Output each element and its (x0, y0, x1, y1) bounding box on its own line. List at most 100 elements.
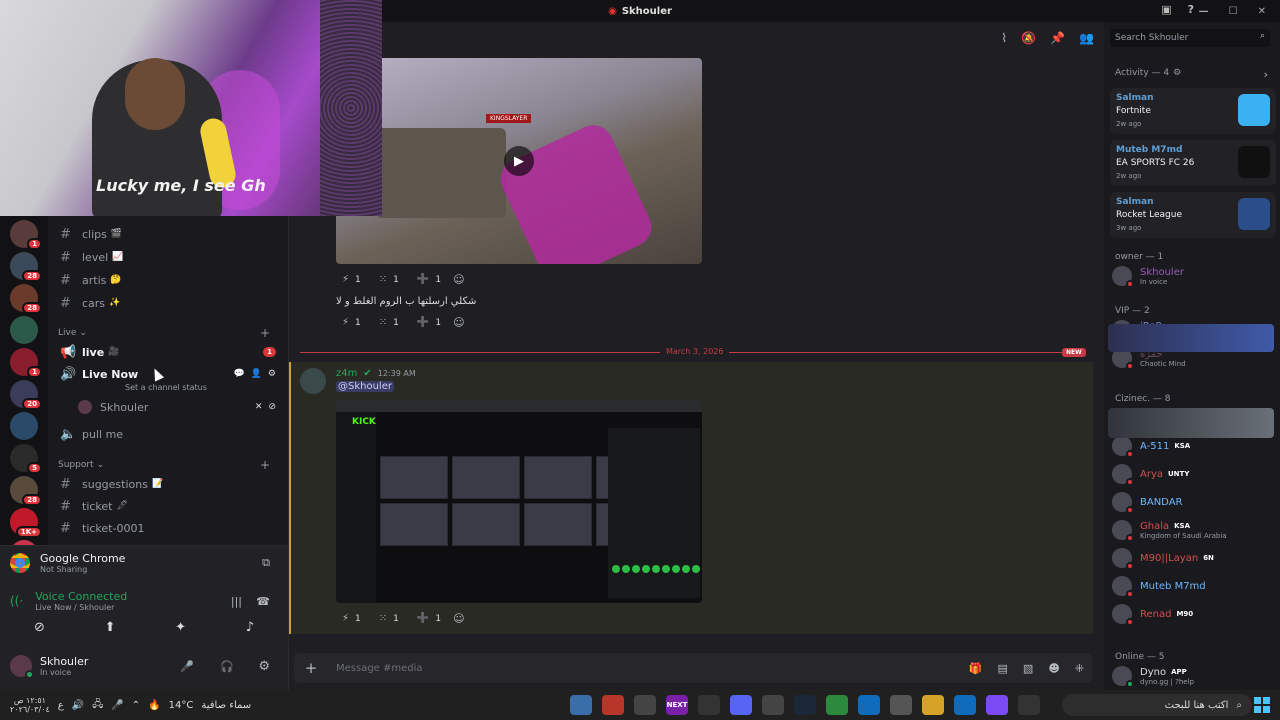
channel-ticket[interactable]: # ticket 🖊 (48, 496, 288, 516)
activity-user[interactable]: Muteb M7md (1116, 145, 1182, 155)
taskbar-app-icon[interactable] (1018, 695, 1040, 715)
channel-cars[interactable]: # cars ✨ (48, 293, 288, 313)
taskbar-search[interactable]: اكتب هنا للبحث ⌕ (1062, 694, 1252, 716)
taskbar-app-icon[interactable] (986, 695, 1008, 715)
taskbar-app-icon[interactable] (570, 695, 592, 715)
server-icon[interactable] (10, 316, 38, 344)
video-attachment[interactable]: KINGSLAYER ▶ (336, 58, 702, 264)
server-icon[interactable] (10, 412, 38, 440)
sticker-icon[interactable]: ▧ (1023, 662, 1033, 675)
chevron-right-icon[interactable]: › (1264, 68, 1268, 81)
reaction-button[interactable]: ⁙ 1 (373, 611, 405, 626)
taskbar-app-icon[interactable] (762, 695, 784, 715)
taskbar-app-icon[interactable] (634, 695, 656, 715)
noise-suppression-icon[interactable]: ||| (231, 595, 242, 608)
activity-user[interactable]: Salman (1116, 93, 1154, 103)
add-channel-icon[interactable]: + (260, 458, 270, 472)
headphones-muted-button[interactable]: 🎧 (220, 660, 234, 673)
disconnect-icon[interactable]: ☎ (256, 595, 270, 608)
minimize-button[interactable]: — (1199, 6, 1209, 17)
chat-icon[interactable]: 💬 (233, 369, 244, 379)
inbox-icon[interactable]: ▣ (1161, 3, 1171, 16)
taskbar-app-icon[interactable] (858, 695, 880, 715)
taskbar-app-icon[interactable] (698, 695, 720, 715)
activity-card[interactable]: Salman Fortnite 2w ago (1110, 88, 1276, 134)
server-icon[interactable]: 1 (10, 220, 42, 250)
reaction-button[interactable]: ➕ 1 (411, 272, 447, 287)
taskbar-app-icon[interactable] (826, 695, 848, 715)
activity-card[interactable]: Salman Rocket League 3w ago (1110, 192, 1276, 238)
voice-channel-live-now[interactable]: 🔊 Live Now 💬 👤 ⚙ (48, 364, 288, 384)
add-reaction-icon[interactable]: ☺ (453, 273, 464, 286)
reaction-button[interactable]: ➕ 1 (411, 611, 447, 626)
member-item[interactable]: M90||Layan 6N (1112, 546, 1276, 570)
taskbar-app-icon[interactable]: NEXT (666, 695, 688, 715)
emoji-icon[interactable]: ☻ (1048, 662, 1059, 675)
channel-ticket-0001[interactable]: # ticket-0001 (48, 518, 288, 538)
play-icon[interactable]: ▶ (504, 146, 534, 176)
reaction-button[interactable]: ⁙ 1 (373, 272, 405, 287)
screen-share-icon[interactable]: ⧉ (262, 556, 270, 570)
windows-start-icon[interactable] (1254, 697, 1270, 713)
settings-icon[interactable]: ⚙ (268, 369, 276, 379)
notifications-icon[interactable]: 🔕 (1021, 31, 1036, 45)
member-item[interactable]: Arya UNTY (1112, 462, 1276, 486)
taskbar-app-icon[interactable] (890, 695, 912, 715)
channel-status-prompt[interactable]: Set a channel status (125, 383, 207, 392)
tray-time[interactable]: ١٢:٥١ ص (14, 696, 46, 705)
volume-icon[interactable]: 🔊 (72, 700, 84, 711)
gif-icon[interactable]: ▤ (998, 662, 1008, 675)
member-item[interactable]: Muteb M7md (1112, 574, 1276, 598)
category-support[interactable]: Support ⌄ + (58, 458, 278, 472)
server-icon[interactable]: 20 (10, 380, 42, 410)
member-item[interactable]: Ghala KSA Kingdom of Saudi Arabia (1112, 518, 1276, 542)
weather-text[interactable]: سماء صافية (201, 700, 251, 711)
member-item[interactable]: Renad M90 (1112, 602, 1276, 626)
search-input[interactable]: Search Skhouler ⌕ (1110, 29, 1270, 47)
network-icon[interactable]: 🖧 (92, 697, 103, 714)
tray-date[interactable]: ٢٠٢٦/٠٣/٠٤ (10, 705, 50, 714)
add-reaction-icon[interactable]: ☺ (453, 612, 464, 625)
server-icon[interactable]: 28 (10, 284, 42, 314)
mic-icon[interactable]: 🎤 (111, 700, 123, 711)
category-live[interactable]: Live ⌄ + (58, 326, 278, 340)
taskbar-app-icon[interactable] (794, 695, 816, 715)
server-icon[interactable]: 1K+ (10, 508, 42, 538)
activity-card[interactable]: Muteb M7md EA SPORTS FC 26 2w ago (1110, 140, 1276, 186)
member-item[interactable]: Dyno APP dyno.gg | ?help (1112, 664, 1276, 688)
weather-temp[interactable]: 14°C (169, 700, 194, 711)
reaction-button[interactable]: ⚡ 1 (336, 272, 367, 287)
maximize-button[interactable]: ☐ (1229, 6, 1238, 17)
channel-artis[interactable]: # artis 🤔 (48, 270, 288, 290)
gift-icon[interactable]: 🎁 (969, 662, 983, 675)
channel-clips[interactable]: # clips 🎬 (48, 224, 288, 244)
server-icon[interactable]: 1 (10, 348, 42, 378)
message-author[interactable]: z4m (336, 368, 357, 379)
invite-icon[interactable]: 👤 (251, 369, 262, 379)
camera-off-button[interactable]: ⊘ (34, 620, 45, 635)
reaction-button[interactable]: ⚡ 1 (336, 611, 367, 626)
voice-status[interactable]: Voice Connected (35, 590, 127, 603)
taskbar-app-icon[interactable] (730, 695, 752, 715)
voice-channel-pull-me[interactable]: 🔈 pull me (48, 424, 288, 444)
message-avatar[interactable] (300, 368, 326, 394)
member-list-icon[interactable]: 👥 (1079, 31, 1094, 45)
member-item[interactable]: Skhouler In voice (1112, 264, 1276, 288)
add-reaction-icon[interactable]: ☺ (453, 316, 464, 329)
close-button[interactable]: ✕ (1258, 6, 1266, 17)
channel-live[interactable]: 📢 live 🎥 1 (48, 342, 288, 362)
channel-suggestions[interactable]: # suggestions 📝 (48, 474, 288, 494)
reaction-button[interactable]: ➕ 1 (411, 315, 447, 330)
avatar[interactable] (10, 655, 34, 679)
server-icon[interactable]: 28 (10, 252, 42, 282)
apps-icon[interactable]: ⁜ (1075, 662, 1084, 675)
taskbar-app-icon[interactable] (602, 695, 624, 715)
mic-muted-button[interactable]: 🎤 (180, 660, 194, 673)
attach-button[interactable]: + (294, 659, 328, 677)
add-channel-icon[interactable]: + (260, 326, 270, 340)
member-item[interactable]: BANDAR (1112, 490, 1276, 514)
taskbar-app-icon[interactable] (922, 695, 944, 715)
server-icon[interactable]: 28 (10, 476, 42, 506)
reaction-button[interactable]: ⁙ 1 (373, 315, 405, 330)
screen-share-button[interactable]: ⬆ (105, 620, 116, 635)
